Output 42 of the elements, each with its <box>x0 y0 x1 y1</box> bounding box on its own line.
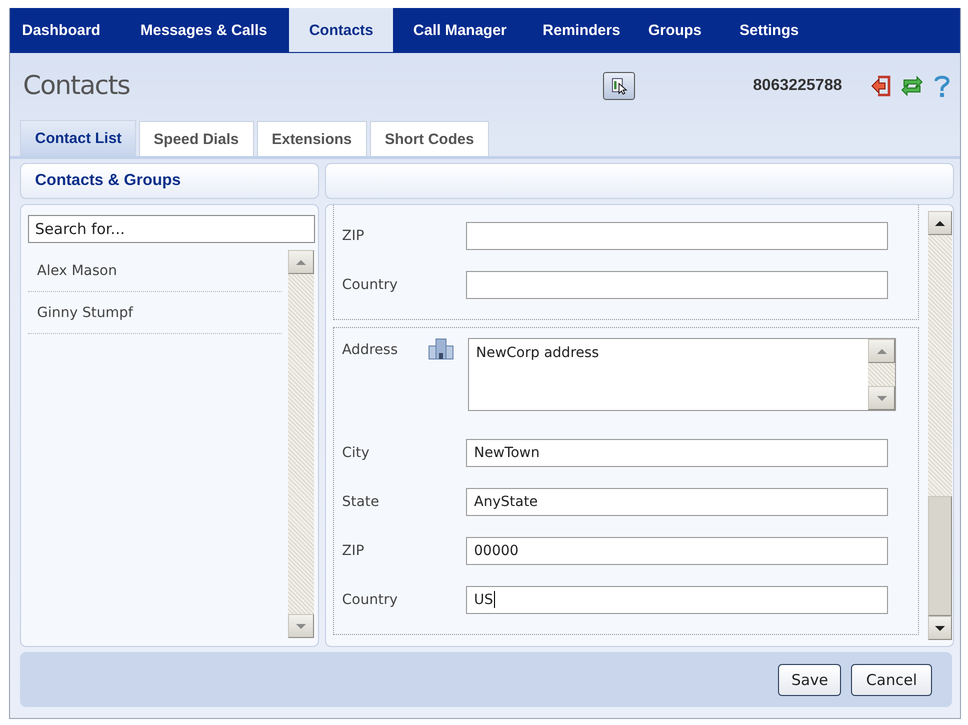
nav-tab[interactable]: Dashboard <box>10 8 122 52</box>
nav-tab[interactable]: Messages & Calls <box>122 8 290 52</box>
text-field[interactable]: 00000 <box>466 536 888 564</box>
field-label: State <box>342 494 380 510</box>
field-label: Country <box>342 276 399 292</box>
search-field[interactable]: Search for... <box>28 215 315 243</box>
field-label: Country <box>342 592 399 608</box>
nav-tab[interactable]: Reminders <box>528 8 634 52</box>
sub-tab[interactable]: Speed Dials <box>138 121 254 156</box>
field-label: ZIP <box>342 228 366 244</box>
address-field[interactable]: NewCorp address <box>468 338 896 411</box>
scrollbar[interactable] <box>288 250 314 638</box>
cancel-button[interactable]: Cancel <box>851 664 932 696</box>
save-button[interactable]: Save <box>778 664 842 696</box>
sub-tab[interactable]: Contact List <box>20 120 136 156</box>
logout-icon[interactable] <box>870 74 892 98</box>
nav-tab[interactable]: Call Manager <box>393 8 529 52</box>
contact-list-item[interactable]: Alex Mason <box>28 250 282 292</box>
text-field[interactable]: NewTown <box>466 438 888 466</box>
scrollbar[interactable] <box>868 339 895 410</box>
document-cursor-icon <box>610 75 628 97</box>
nav-tab[interactable]: Settings <box>722 8 813 52</box>
refresh-icon[interactable] <box>900 74 924 98</box>
contact-list-item[interactable]: Ginny Stumpf <box>28 292 282 334</box>
nav-tab[interactable]: Groups <box>634 8 722 52</box>
field-label: Address <box>342 342 399 358</box>
text-field[interactable]: AnyState <box>466 488 888 516</box>
sub-tab[interactable]: Short Codes <box>370 121 489 156</box>
scrollbar[interactable] <box>928 211 952 640</box>
text-field[interactable] <box>466 222 888 250</box>
panel-title: Contacts & Groups <box>35 172 181 190</box>
sub-tab[interactable]: Extensions <box>256 121 367 156</box>
page-title: Contacts <box>23 71 130 101</box>
field-label: City <box>342 444 370 460</box>
building-icon <box>428 338 454 360</box>
text-field[interactable]: US <box>466 586 888 614</box>
phone-number: 8063225788 <box>753 77 842 95</box>
help-icon[interactable] <box>932 73 952 99</box>
export-button[interactable] <box>603 72 636 100</box>
nav-tab[interactable]: Contacts <box>289 8 394 52</box>
field-label: ZIP <box>342 542 366 558</box>
text-field[interactable] <box>466 270 888 298</box>
